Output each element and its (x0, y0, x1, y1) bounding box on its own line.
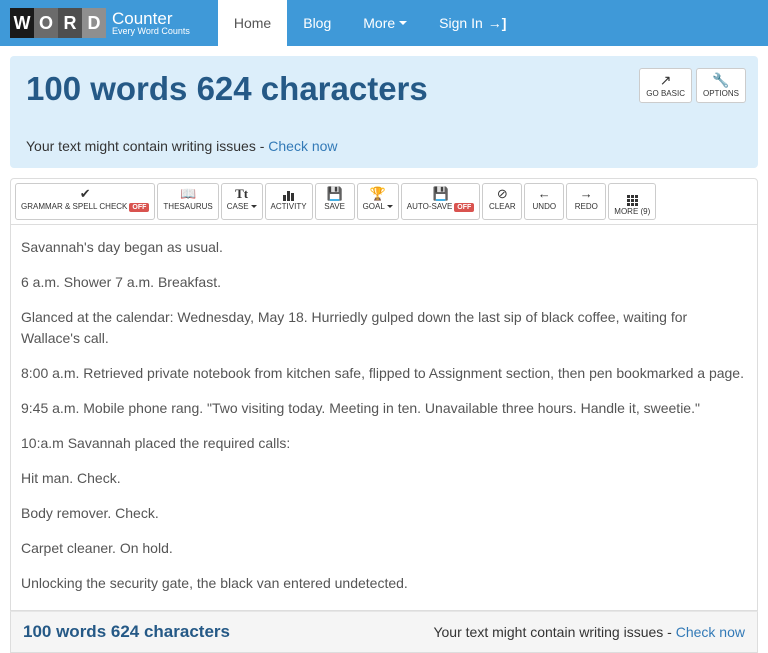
wrench-icon: 🔧 (703, 73, 739, 87)
logo-text: Counter Every Word Counts (112, 10, 190, 36)
footer-word-count: 100 words 624 characters (23, 622, 230, 642)
save-button[interactable]: 💾 SAVE (315, 183, 355, 220)
button-label: CASE (227, 202, 257, 211)
grid-icon (614, 187, 650, 206)
book-icon: 📖 (163, 187, 212, 201)
trophy-icon: 🏆 (363, 187, 393, 201)
navbar: W O R D Counter Every Word Counts Home B… (0, 0, 768, 46)
nav-label: Home (234, 15, 271, 31)
case-button[interactable]: Tt CASE (221, 183, 263, 220)
button-label: AUTO-SAVEOFF (407, 202, 475, 211)
activity-button[interactable]: ACTIVITY (265, 183, 313, 220)
nav-label: More (363, 15, 395, 31)
toolbar: ✔ GRAMMAR & SPELL CHECKOFF 📖 THESAURUS T… (10, 178, 758, 225)
editor-paragraph: Unlocking the security gate, the black v… (21, 573, 747, 594)
button-label: GO BASIC (646, 89, 685, 98)
nav-label: Sign In (439, 15, 483, 31)
nav-blog[interactable]: Blog (287, 0, 347, 46)
editor-paragraph: Savannah's day began as usual. (21, 237, 747, 258)
editor-paragraph: Hit man. Check. (21, 468, 747, 489)
footer-issues: Your text might contain writing issues -… (433, 624, 745, 640)
logo-letter-o: O (34, 8, 58, 38)
logo[interactable]: W O R D Counter Every Word Counts (10, 0, 198, 46)
button-label: GRAMMAR & SPELL CHECKOFF (21, 202, 149, 211)
nav-label: Blog (303, 15, 331, 31)
arrow-right-icon: → (572, 187, 600, 201)
button-label: UNDO (530, 202, 558, 211)
thesaurus-button[interactable]: 📖 THESAURUS (157, 183, 218, 220)
off-badge: OFF (129, 203, 149, 212)
logo-letter-r: R (58, 8, 82, 38)
redo-button[interactable]: → REDO (566, 183, 606, 220)
options-button[interactable]: 🔧 OPTIONS (696, 68, 746, 103)
clear-button[interactable]: ⊘ CLEAR (482, 183, 522, 220)
floppy-icon: 💾 (321, 187, 349, 201)
arrow-left-icon: ← (530, 187, 558, 201)
editor-paragraph: 6 a.m. Shower 7 a.m. Breakfast. (21, 272, 747, 293)
button-label: THESAURUS (163, 202, 212, 211)
chevron-down-icon (399, 21, 407, 25)
check-now-link[interactable]: Check now (676, 624, 745, 640)
issues-prefix: Your text might contain writing issues - (433, 624, 675, 640)
footer-bar: 100 words 624 characters Your text might… (10, 611, 758, 653)
external-link-icon: ↗ (646, 73, 685, 87)
logo-letter-w: W (10, 8, 34, 38)
writing-issues-text: Your text might contain writing issues -… (26, 138, 742, 154)
button-label: OPTIONS (703, 89, 739, 98)
button-label: SAVE (321, 202, 349, 211)
nav-more[interactable]: More (347, 0, 423, 46)
floppy-icon: 💾 (407, 187, 475, 201)
editor-paragraph: 8:00 a.m. Retrieved private notebook fro… (21, 363, 747, 384)
editor-paragraph: 10:a.m Savannah placed the required call… (21, 433, 747, 454)
editor-paragraph: Body remover. Check. (21, 503, 747, 524)
nav-home[interactable]: Home (218, 0, 287, 46)
editor-paragraph: 9:45 a.m. Mobile phone rang. "Two visiti… (21, 398, 747, 419)
button-label: GOAL (363, 202, 393, 211)
logo-subtitle: Every Word Counts (112, 27, 190, 36)
nav-items: Home Blog More Sign In →] (218, 0, 523, 46)
off-badge: OFF (454, 203, 474, 212)
signin-icon: →] (488, 15, 507, 31)
text-editor[interactable]: Savannah's day began as usual. 6 a.m. Sho… (10, 225, 758, 611)
chevron-down-icon (251, 205, 257, 208)
ban-icon: ⊘ (488, 187, 516, 201)
more-button[interactable]: MORE (9) (608, 183, 656, 220)
button-label: MORE (9) (614, 207, 650, 216)
chevron-down-icon (387, 205, 393, 208)
bar-chart-icon (271, 187, 307, 201)
text-icon: Tt (227, 187, 257, 201)
logo-word: W O R D (10, 8, 106, 38)
logo-letter-d: D (82, 8, 106, 38)
nav-signin[interactable]: Sign In →] (423, 0, 522, 46)
goal-button[interactable]: 🏆 GOAL (357, 183, 399, 220)
grammar-check-button[interactable]: ✔ GRAMMAR & SPELL CHECKOFF (15, 183, 155, 220)
issues-prefix: Your text might contain writing issues - (26, 138, 268, 154)
button-label: REDO (572, 202, 600, 211)
button-label: ACTIVITY (271, 202, 307, 211)
autosave-button[interactable]: 💾 AUTO-SAVEOFF (401, 183, 481, 220)
button-label: CLEAR (488, 202, 516, 211)
header-panel: 100 words 624 characters Your text might… (10, 56, 758, 168)
logo-title: Counter (112, 10, 190, 27)
editor-paragraph: Glanced at the calendar: Wednesday, May … (21, 307, 747, 349)
header-buttons: ↗ GO BASIC 🔧 OPTIONS (639, 68, 746, 103)
check-now-link[interactable]: Check now (268, 138, 337, 154)
editor-paragraph: Carpet cleaner. On hold. (21, 538, 747, 559)
undo-button[interactable]: ← UNDO (524, 183, 564, 220)
check-icon: ✔ (21, 187, 149, 201)
word-count-title: 100 words 624 characters (26, 70, 742, 108)
go-basic-button[interactable]: ↗ GO BASIC (639, 68, 692, 103)
